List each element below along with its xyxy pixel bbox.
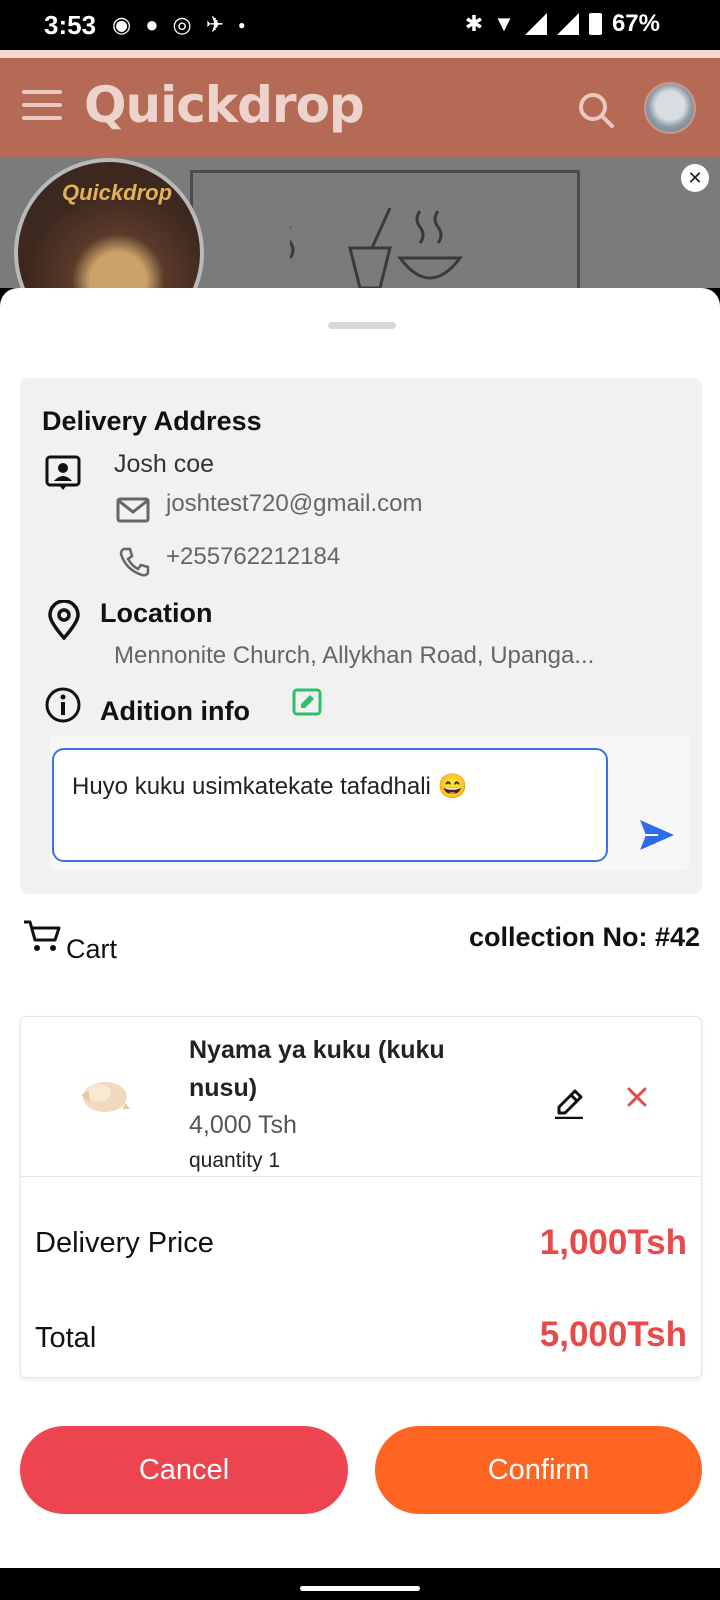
delivery-address-card: Delivery Address Josh coe joshtest720@gm… [20, 378, 702, 894]
dot-icon: ● [238, 18, 246, 32]
item-price: 4,000 Tsh [189, 1111, 297, 1139]
menu-icon[interactable] [22, 90, 62, 120]
delivery-address-title: Delivery Address [42, 406, 262, 436]
location-value[interactable]: Mennonite Church, Allykhan Road, Upanga.… [114, 642, 674, 670]
mail-icon [116, 497, 150, 523]
status-time: 3:53 [44, 10, 97, 40]
store-logo-text: Quickdrop [62, 180, 173, 205]
navigation-bar [0, 1568, 720, 1600]
drag-handle[interactable] [328, 322, 396, 329]
wifi-icon: ▼ [493, 11, 515, 36]
signal-icon [524, 13, 547, 35]
contact-name: Josh coe [114, 450, 215, 478]
bluetooth-icon: ✱ [464, 11, 484, 36]
send-icon[interactable] [638, 818, 676, 852]
messenger-icon: ✈ [205, 12, 225, 37]
signal-2-icon [556, 13, 579, 35]
contact-card-icon [45, 455, 81, 490]
app-header: Quickdrop [0, 50, 720, 158]
cart-icon [24, 920, 61, 951]
phone-icon [119, 547, 150, 577]
cancel-button[interactable]: Cancel [20, 1426, 348, 1514]
additional-info-input[interactable]: Huyo kuku usimkatekate tafadhali 😄 [52, 748, 608, 862]
store-logo: Quickdrop [14, 158, 204, 288]
notification-icons: ◉ ● ◎ ✈ ● [112, 12, 245, 38]
contact-phone: +255762212184 [166, 543, 341, 570]
battery-percent: 67% [611, 10, 660, 37]
delivery-price-value: 1,000Tsh [539, 1223, 687, 1262]
contact-email: joshtest720@gmail.com [166, 490, 423, 517]
home-gesture-handle[interactable] [300, 1586, 420, 1591]
item-name: Nyama ya kuku (kuku nusu) [189, 1036, 445, 1102]
location-label: Location [100, 598, 213, 628]
order-bottom-sheet: Delivery Address Josh coe joshtest720@gm… [0, 288, 720, 1568]
remove-item-icon[interactable] [625, 1085, 649, 1109]
location-pin-icon [48, 600, 80, 640]
drinks-illustration-icon [290, 207, 464, 288]
chat-bubble-icon: ● [145, 12, 159, 37]
brand-logo: Quickdrop [84, 76, 365, 134]
edit-note-icon[interactable] [292, 688, 322, 718]
whatsapp-icon: ◉ [112, 12, 132, 37]
app-icon: ◎ [172, 12, 192, 37]
status-bar: 3:53 ◉ ● ◎ ✈ ● ✱ ▼ 67% [0, 0, 720, 50]
info-icon [45, 687, 81, 723]
cart-label: Cart [66, 934, 118, 964]
confirm-button[interactable]: Confirm [375, 1426, 702, 1514]
note-input-area: Huyo kuku usimkatekate tafadhali 😄 [50, 736, 690, 870]
delivery-price-label: Delivery Price [35, 1227, 214, 1259]
collection-number: collection No: #42 [468, 922, 700, 952]
chicken-image [81, 1082, 130, 1112]
additional-info-label: Adition info [100, 696, 250, 726]
close-button[interactable]: ✕ [681, 164, 709, 192]
total-label: Total [35, 1322, 97, 1354]
edit-item-icon[interactable] [553, 1083, 585, 1119]
item-quantity: quantity 1 [189, 1149, 281, 1172]
search-icon[interactable] [576, 90, 616, 130]
avatar[interactable] [644, 82, 696, 134]
store-banner: Quickdrop [0, 158, 720, 288]
total-value: 5,000Tsh [539, 1315, 687, 1354]
cart-item: Nyama ya kuku (kuku nusu) 4,000 Tsh quan… [21, 1017, 701, 1177]
battery-icon [588, 13, 602, 35]
system-icons: ✱ ▼ 67% [465, 10, 660, 38]
cart-items-card: Nyama ya kuku (kuku nusu) 4,000 Tsh quan… [20, 1016, 702, 1378]
